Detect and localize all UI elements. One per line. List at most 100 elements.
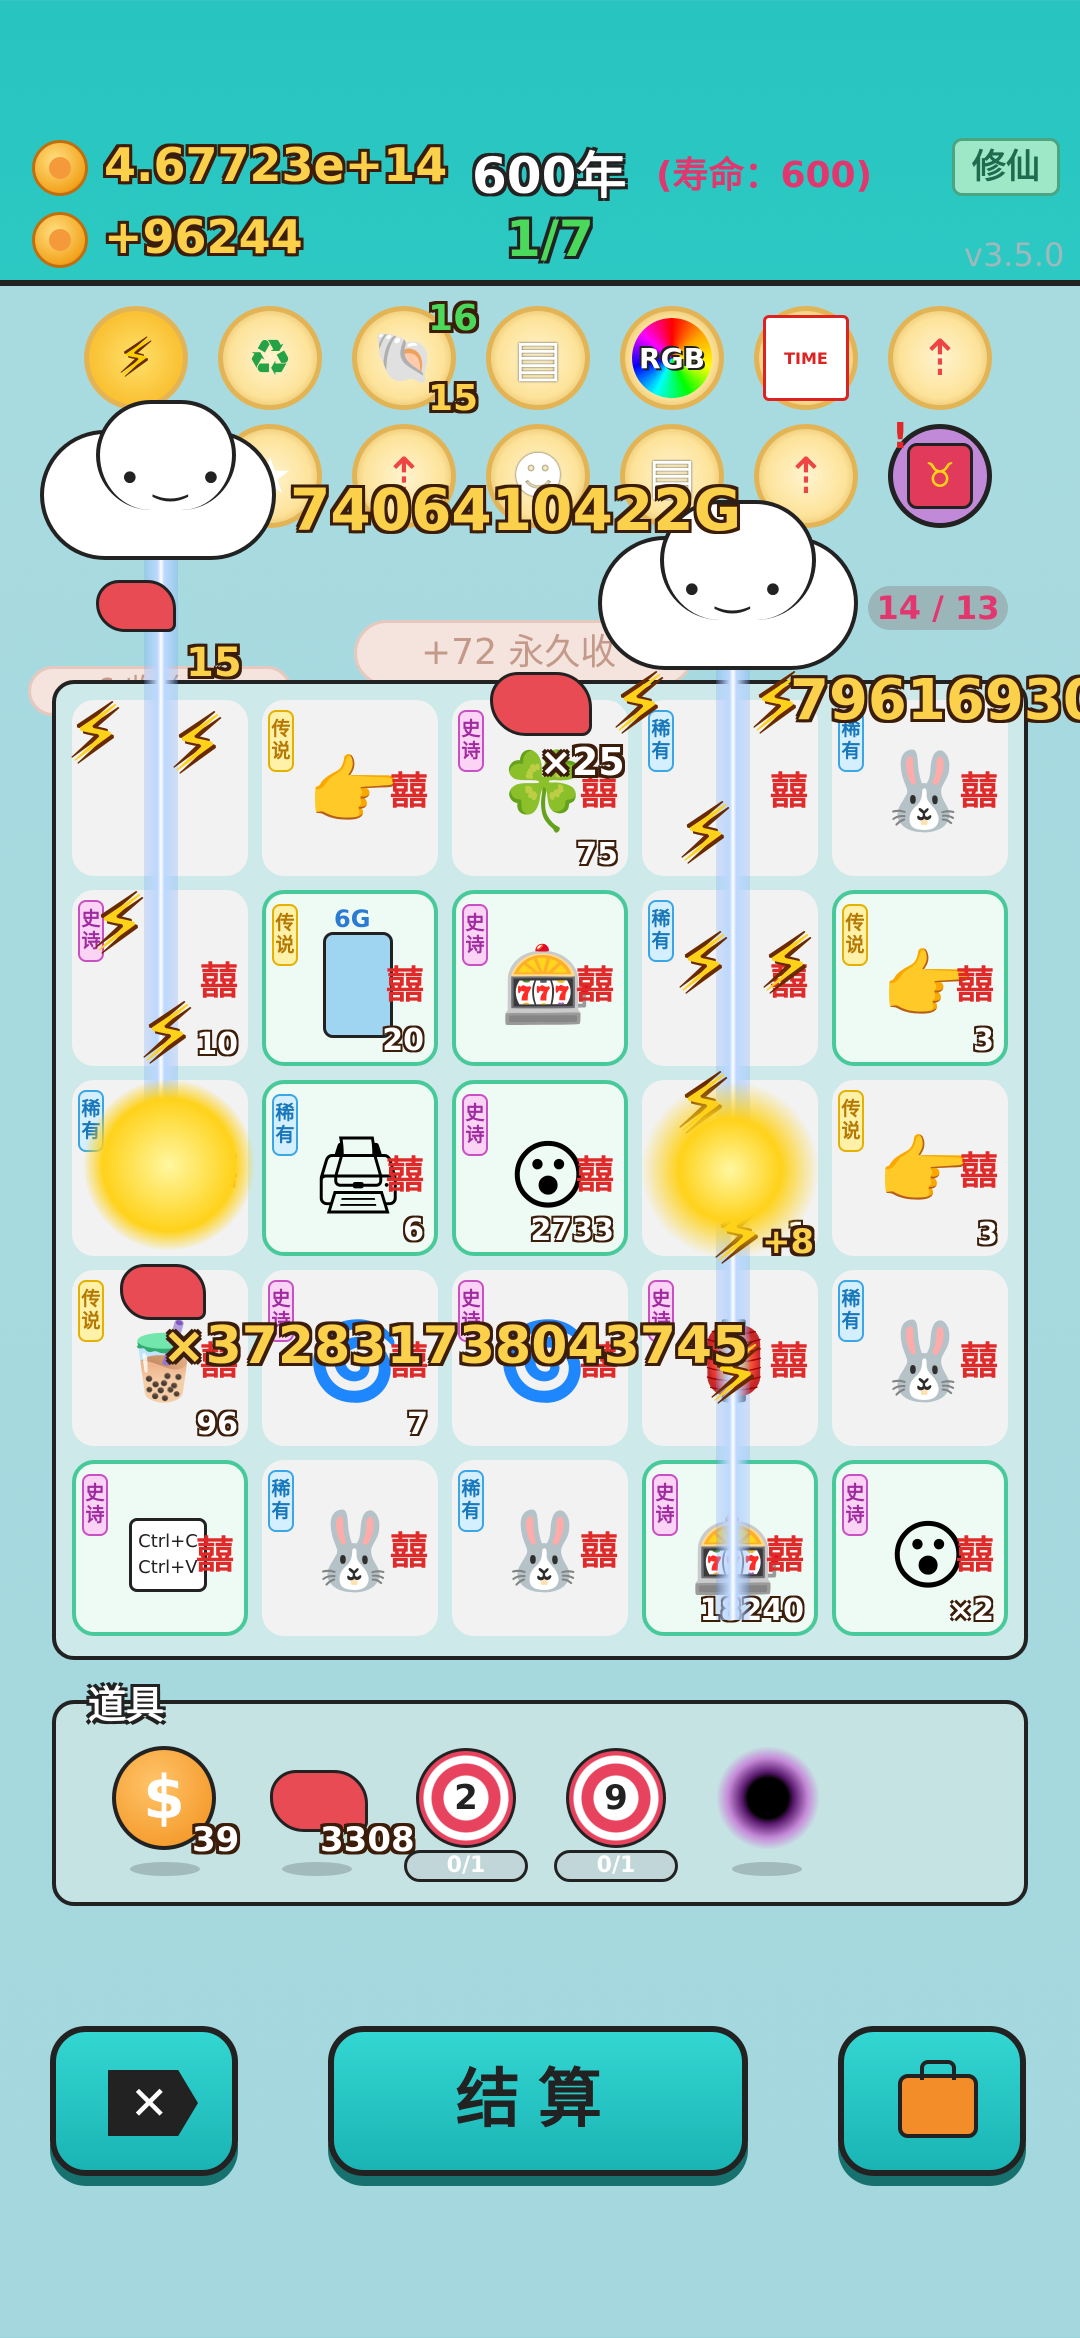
plus8-label: +8 (762, 1222, 815, 1262)
cloud-face: • ‿ • (680, 568, 785, 614)
bolt-icon: ⚡ (170, 700, 225, 790)
cell-count: 3 (977, 1217, 998, 1252)
board-cell[interactable]: 史诗 Ctrl+C Ctrl+V 囍 (72, 1460, 248, 1636)
cultivate-button[interactable]: 修仙 (952, 138, 1060, 196)
target-progress-text: 0/1 (596, 1853, 636, 1878)
board-cell[interactable]: 传说 👉 囍 3 (832, 1080, 1008, 1256)
cell-count: 20 (382, 1023, 424, 1058)
recycle-boost[interactable]: ♻ (218, 306, 322, 410)
bolt-icon: ⚡ (140, 990, 195, 1080)
double-happiness-mark: 囍 (385, 1153, 424, 1197)
time-magazine-icon: TIME (763, 315, 849, 401)
rarity-tag: 史诗 (652, 1474, 678, 1536)
rarity-tag: 史诗 (462, 904, 488, 966)
double-happiness-mark: 囍 (769, 1339, 808, 1383)
dollar-count: 39 (192, 1820, 240, 1860)
coins-total: 4.67723e+14 (104, 138, 448, 192)
double-happiness-mark: 囍 (955, 963, 994, 1007)
bolt-icon: ⚡ (612, 660, 667, 750)
rarity-tag: 稀有 (458, 1470, 484, 1532)
coin-icon (32, 140, 88, 196)
permanent-bonus-text: +72 永久收 (421, 632, 617, 673)
board-cell[interactable]: 稀有 🐰 囍 (262, 1460, 438, 1636)
double-happiness-mark: 囍 (959, 1339, 998, 1383)
tool-shadow (732, 1862, 802, 1876)
coins-rate: +96244 (104, 210, 303, 264)
rarity-tag: 传说 (838, 1090, 864, 1152)
coin-rate-icon (32, 212, 88, 268)
board-cell[interactable]: 传说 👉 囍 (262, 700, 438, 876)
exit-button[interactable]: ✕ (50, 2026, 238, 2176)
briefcase-handle (920, 2060, 956, 2080)
board-cell[interactable]: 传说 👉 囍 3 (832, 890, 1008, 1066)
rgb-boost[interactable]: RGB (620, 306, 724, 410)
board-cell[interactable]: 稀有 🐰 囍 (452, 1460, 628, 1636)
target-icon[interactable]: 9 (566, 1748, 666, 1848)
board-cell[interactable]: 稀有 🖨 囍 6 (262, 1080, 438, 1256)
lightning-boost[interactable]: ⚡ (84, 306, 188, 410)
floating-number: 79616930 (790, 668, 1080, 733)
paste-text: Ctrl+V (138, 1557, 198, 1578)
header-divider (0, 280, 1080, 286)
rarity-tag: 传说 (272, 904, 298, 966)
liver-icon (490, 672, 592, 736)
rabbit-icon: 🐰 (876, 1316, 972, 1405)
double-happiness-mark: 囍 (765, 1533, 804, 1577)
cell-count: 10 (196, 1027, 238, 1062)
bolt-icon: ⚡ (676, 920, 731, 1010)
liver-icon (120, 1264, 206, 1320)
rarity-tag: 史诗 (82, 1474, 108, 1536)
double-happiness-mark: 囍 (575, 1153, 614, 1197)
year-display: 600年 (472, 147, 627, 205)
double-happiness-mark: 囍 (955, 1533, 994, 1577)
rgb-label: RGB (639, 341, 705, 375)
cell-count: 6 (403, 1213, 424, 1248)
bolt-icon: ⚡ (68, 690, 123, 780)
board-cell[interactable]: 史诗 😮 囍 2733 (452, 1080, 628, 1256)
black-hole-icon[interactable] (716, 1746, 820, 1850)
double-happiness-mark: 囍 (769, 769, 808, 813)
time-label: TIME (784, 348, 828, 368)
copy-text: Ctrl+C (138, 1531, 198, 1552)
rarity-tag: 稀有 (648, 900, 674, 962)
gpu-badge: 6G (334, 905, 371, 933)
target-number: 2 (454, 1778, 478, 1818)
settle-button[interactable]: 结算 (328, 2026, 748, 2176)
rarity-tag: 传说 (268, 710, 294, 772)
board-cell[interactable]: 史诗 😮 囍 ×2 (832, 1460, 1008, 1636)
upgrade-bowl-boost[interactable]: ⇡ (888, 306, 992, 410)
skirt-boost[interactable]: ▤ (486, 306, 590, 410)
lifespan-display: (寿命：600) (656, 155, 873, 196)
bag-button[interactable] (838, 2026, 1026, 2176)
target-icon[interactable]: 2 (416, 1748, 516, 1848)
floating-number: ×372831738043745 (162, 1316, 749, 1376)
rarity-tag: 史诗 (842, 1474, 868, 1536)
board-cell[interactable]: 稀有 🐰 囍 (832, 1270, 1008, 1446)
bolt-icon: ⚡ (678, 790, 733, 880)
pointing-hand-icon: 👉 (876, 1126, 972, 1215)
rarity-tag: 史诗 (462, 1094, 488, 1156)
time-magazine-boost[interactable]: TIME (754, 306, 858, 410)
alert-icon: ! (892, 416, 909, 457)
rarity-tag: 稀有 (838, 1280, 864, 1342)
shell-icon: 🐚 (372, 328, 436, 387)
cell-count: 96 (196, 1407, 238, 1442)
target-progress: 0/1 (404, 1850, 528, 1882)
double-happiness-mark: 囍 (959, 769, 998, 813)
double-happiness-mark: 囍 (195, 1533, 234, 1577)
target-progress-text: 0/1 (446, 1853, 486, 1878)
rarity-tag: 稀有 (272, 1094, 298, 1156)
x25-label: ×25 (540, 740, 625, 784)
target-progress: 0/1 (554, 1850, 678, 1882)
settle-label: 结算 (456, 2063, 620, 2137)
tools-title: 道具 (88, 1683, 165, 1727)
version-label: v3.5.0 (964, 236, 1065, 274)
bolt-icon: ⚡ (92, 880, 147, 970)
double-happiness-mark: 囍 (575, 963, 614, 1007)
shell-count-top: 16 (428, 298, 479, 339)
bowl-up-icon-3: ⇡ (785, 447, 827, 505)
double-happiness-mark: 囍 (389, 1529, 428, 1573)
cloud-face: • ‿ • (118, 456, 223, 502)
board-cell[interactable]: 史诗 🎰 囍 (452, 890, 628, 1066)
board-cell[interactable]: 传说 6G 囍 20 (262, 890, 438, 1066)
